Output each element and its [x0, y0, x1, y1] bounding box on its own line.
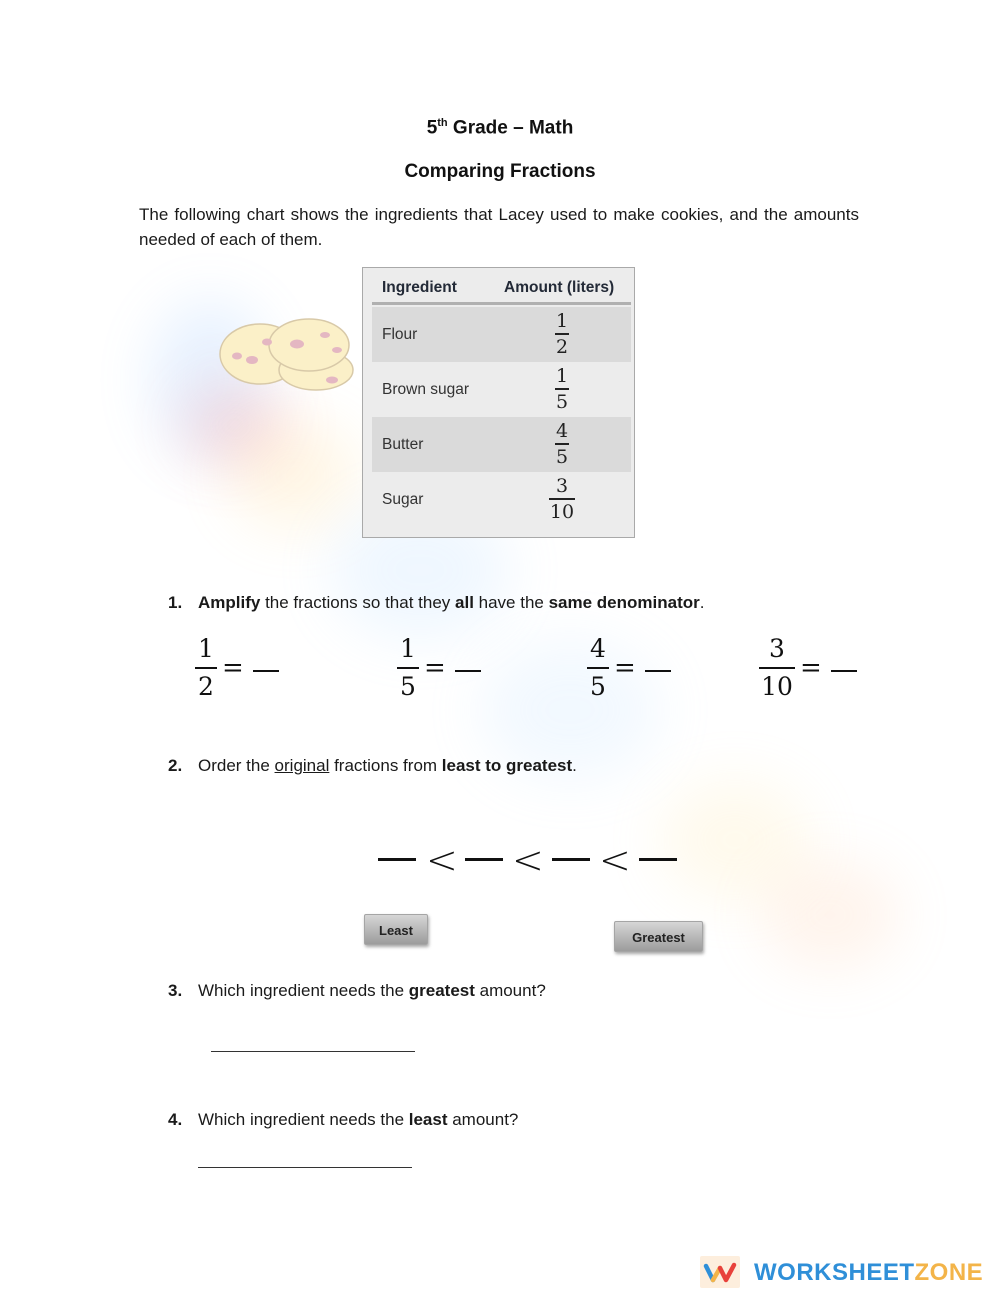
question-2: 2. Order the original fractions from leas… [168, 756, 577, 775]
fraction: 45 [587, 633, 609, 703]
table-row: Flour 12 [372, 307, 631, 362]
ingredients-table: Ingredient Amount (liters) Flour 12 Brow… [362, 267, 635, 538]
amount-fraction: 3 10 [549, 475, 575, 523]
page-subtitle: Comparing Fractions [404, 161, 596, 182]
header-ingredient: Ingredient [382, 279, 457, 296]
logo-text: WORKSHEETZONE [754, 1259, 984, 1286]
ingredient-name: Butter [382, 436, 424, 453]
rainbow-watermark [0, 0, 1000, 1291]
answer-blank[interactable] [831, 670, 857, 672]
ingredient-name: Brown sugar [382, 381, 470, 398]
amount-fraction: 12 [555, 310, 569, 358]
order-blank-1[interactable] [378, 858, 416, 861]
page-title: 5th Grade – Math [426, 117, 574, 139]
ingredient-name: Flour [382, 326, 418, 343]
question-1: 1. Amplify the fractions so that they all… [168, 593, 705, 612]
table-header: Ingredient Amount (liters) [372, 268, 631, 305]
table-row: Butter 45 [372, 417, 631, 472]
fraction: 3 10 [759, 633, 795, 703]
question-4: 4. Which ingredient needs the least amoun… [168, 1110, 519, 1129]
question-3: 3. Which ingredient needs the greatest am… [168, 981, 546, 1000]
ingredient-name: Sugar [382, 491, 424, 508]
fraction: 12 [195, 633, 217, 703]
amount-fraction: 45 [555, 420, 569, 468]
logo-w-icon [700, 1256, 740, 1288]
answer-line-3[interactable] [211, 1051, 415, 1052]
order-blank-4[interactable] [639, 858, 677, 861]
answer-blank[interactable] [645, 670, 671, 672]
intro-paragraph: The following chart shows the ingredient… [139, 205, 859, 249]
order-blank-2[interactable] [465, 858, 503, 861]
order-blank-3[interactable] [552, 858, 590, 861]
answer-blank[interactable] [253, 670, 279, 672]
table-row: Sugar 3 10 [372, 472, 631, 527]
cookies-icon [219, 318, 354, 391]
fraction: 15 [397, 633, 419, 703]
amount-fraction: 15 [555, 365, 569, 413]
table-row: Brown sugar 15 [372, 362, 631, 417]
greatest-label-button[interactable]: Greatest [614, 921, 703, 952]
answer-line-4[interactable] [198, 1167, 412, 1168]
least-label-button[interactable]: Least [364, 914, 428, 945]
header-amount: Amount (liters) [504, 279, 615, 296]
answer-blank[interactable] [455, 670, 481, 672]
